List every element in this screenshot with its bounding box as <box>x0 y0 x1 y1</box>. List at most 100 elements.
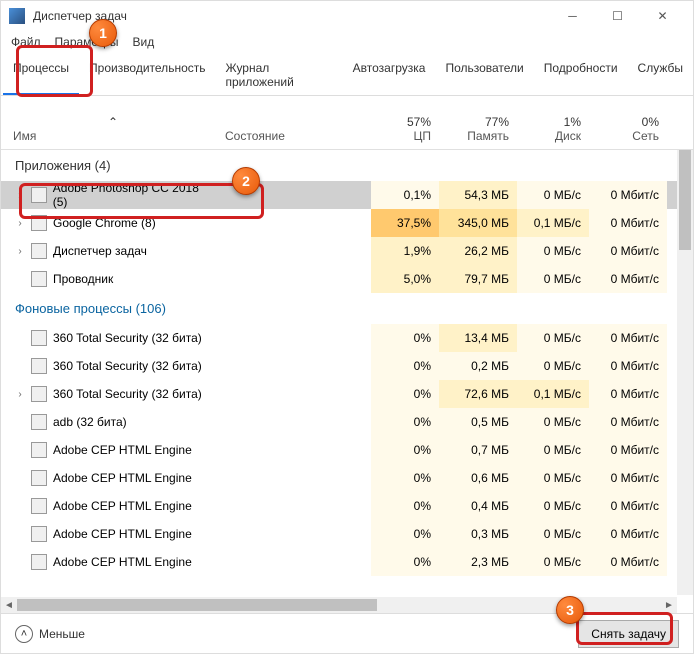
col-name[interactable]: ⌃Имя <box>1 101 221 143</box>
col-cpu[interactable]: 57%ЦП <box>371 115 439 143</box>
network-cell: 0 Мбит/с <box>589 352 667 380</box>
vertical-scrollbar[interactable] <box>677 150 693 595</box>
network-cell: 0 Мбит/с <box>589 237 667 265</box>
window-controls: ─ ☐ ✕ <box>550 2 685 30</box>
state-cell <box>221 464 371 492</box>
process-name-cell: › 360 Total Security (32 бита) <box>1 380 221 408</box>
process-name-cell: 360 Total Security (32 бита) <box>1 352 221 380</box>
state-cell <box>221 237 371 265</box>
process-name: Проводник <box>53 272 113 286</box>
expand-icon[interactable]: › <box>15 218 25 229</box>
expand-icon[interactable]: › <box>15 246 25 257</box>
col-network[interactable]: 0%Сеть <box>589 115 667 143</box>
state-cell <box>221 408 371 436</box>
minimize-button[interactable]: ─ <box>550 2 595 30</box>
col-disk[interactable]: 1%Диск <box>517 115 589 143</box>
cpu-cell: 5,0% <box>371 265 439 293</box>
process-icon <box>31 442 47 458</box>
process-name-cell: ›Adobe Photoshop CC 2018 (5) <box>1 181 221 209</box>
cpu-cell: 0% <box>371 352 439 380</box>
process-icon <box>31 498 47 514</box>
cpu-cell: 0% <box>371 548 439 576</box>
maximize-button[interactable]: ☐ <box>595 2 640 30</box>
process-icon <box>31 187 47 203</box>
menu-file[interactable]: Файл <box>11 35 41 49</box>
scroll-left-icon[interactable]: ◄ <box>1 600 17 611</box>
process-icon <box>31 243 47 259</box>
process-name: Adobe CEP HTML Engine <box>53 527 192 541</box>
state-cell <box>221 324 371 352</box>
memory-cell: 0,5 МБ <box>439 408 517 436</box>
process-name: 360 Total Security (32 бита) <box>53 331 202 345</box>
process-name: adb (32 бита) <box>53 415 127 429</box>
memory-cell: 0,3 МБ <box>439 520 517 548</box>
tab-performance[interactable]: Производительность <box>79 53 215 95</box>
expand-icon[interactable]: › <box>15 389 25 400</box>
network-cell: 0 Мбит/с <box>589 209 667 237</box>
tab-users[interactable]: Пользователи <box>435 53 533 95</box>
table-row[interactable]: ›Adobe Photoshop CC 2018 (5) 0,1%54,3 МБ0… <box>1 181 693 209</box>
process-name-cell: Adobe CEP HTML Engine <box>1 492 221 520</box>
tab-apphistory[interactable]: Журнал приложений <box>216 53 343 95</box>
process-name-cell: Проводник <box>1 265 221 293</box>
table-row[interactable]: 360 Total Security (32 бита)0%13,4 МБ0 М… <box>1 324 693 352</box>
scroll-right-icon[interactable]: ► <box>661 600 677 611</box>
table-row[interactable]: adb (32 бита)0%0,5 МБ0 МБ/с0 Мбит/с <box>1 408 693 436</box>
callout-3: 3 <box>556 596 584 624</box>
network-cell: 0 Мбит/с <box>589 492 667 520</box>
process-name: Диспетчер задач <box>53 244 147 258</box>
app-icon <box>9 8 25 24</box>
tab-details[interactable]: Подробности <box>534 53 628 95</box>
disk-cell: 0 МБ/с <box>517 436 589 464</box>
table-row[interactable]: Adobe CEP HTML Engine0%2,3 МБ0 МБ/с0 Мби… <box>1 548 693 576</box>
tab-startup[interactable]: Автозагрузка <box>343 53 436 95</box>
memory-cell: 54,3 МБ <box>439 181 517 209</box>
process-icon <box>31 526 47 542</box>
table-row[interactable]: Adobe CEP HTML Engine0%0,3 МБ0 МБ/с0 Мби… <box>1 520 693 548</box>
table-row[interactable]: Adobe CEP HTML Engine0%0,4 МБ0 МБ/с0 Мби… <box>1 492 693 520</box>
table-row[interactable]: Adobe CEP HTML Engine0%0,7 МБ0 МБ/с0 Мби… <box>1 436 693 464</box>
col-state[interactable]: Состояние <box>221 115 371 143</box>
table-row[interactable]: ›360 Total Security (32 бита)0%72,6 МБ0,… <box>1 380 693 408</box>
group-background[interactable]: Фоновые процессы (106) <box>1 293 693 324</box>
process-icon <box>31 271 47 287</box>
state-cell <box>221 436 371 464</box>
cpu-cell: 1,9% <box>371 237 439 265</box>
group-apps[interactable]: Приложения (4) <box>1 150 693 181</box>
fewer-details-button[interactable]: ˄ Меньше <box>15 625 85 643</box>
cpu-cell: 37,5% <box>371 209 439 237</box>
scroll-thumb[interactable] <box>679 150 691 250</box>
table-row[interactable]: 360 Total Security (32 бита)0%0,2 МБ0 МБ… <box>1 352 693 380</box>
process-name-cell: Adobe CEP HTML Engine <box>1 464 221 492</box>
tab-services[interactable]: Службы <box>628 53 693 95</box>
table-row[interactable]: Adobe CEP HTML Engine0%0,6 МБ0 МБ/с0 Мби… <box>1 464 693 492</box>
disk-cell: 0 МБ/с <box>517 548 589 576</box>
scroll-thumb-h[interactable] <box>17 599 377 611</box>
table-row[interactable]: ›Google Chrome (8)37,5%345,0 МБ0,1 МБ/с0… <box>1 209 693 237</box>
state-cell <box>221 548 371 576</box>
disk-cell: 0 МБ/с <box>517 265 589 293</box>
disk-cell: 0 МБ/с <box>517 181 589 209</box>
close-button[interactable]: ✕ <box>640 2 685 30</box>
table-row[interactable]: ›Диспетчер задач1,9%26,2 МБ0 МБ/с0 Мбит/… <box>1 237 693 265</box>
disk-cell: 0 МБ/с <box>517 237 589 265</box>
column-headers: ⌃Имя Состояние 57%ЦП 77%Память 1%Диск 0%… <box>1 96 693 150</box>
tab-processes[interactable]: Процессы <box>3 53 79 95</box>
table-row[interactable]: Проводник5,0%79,7 МБ0 МБ/с0 Мбит/с <box>1 265 693 293</box>
state-cell <box>221 352 371 380</box>
memory-cell: 72,6 МБ <box>439 380 517 408</box>
process-name: Adobe CEP HTML Engine <box>53 499 192 513</box>
memory-cell: 0,7 МБ <box>439 436 517 464</box>
state-cell <box>221 380 371 408</box>
end-task-button[interactable]: Снять задачу <box>578 620 679 648</box>
menu-view[interactable]: Вид <box>132 35 154 49</box>
cpu-cell: 0% <box>371 436 439 464</box>
col-memory[interactable]: 77%Память <box>439 115 517 143</box>
cpu-cell: 0,1% <box>371 181 439 209</box>
footer: ˄ Меньше Снять задачу <box>1 613 693 653</box>
cpu-cell: 0% <box>371 464 439 492</box>
memory-cell: 0,2 МБ <box>439 352 517 380</box>
memory-cell: 79,7 МБ <box>439 265 517 293</box>
process-name: 360 Total Security (32 бита) <box>53 387 202 401</box>
expand-icon[interactable]: › <box>15 190 25 201</box>
